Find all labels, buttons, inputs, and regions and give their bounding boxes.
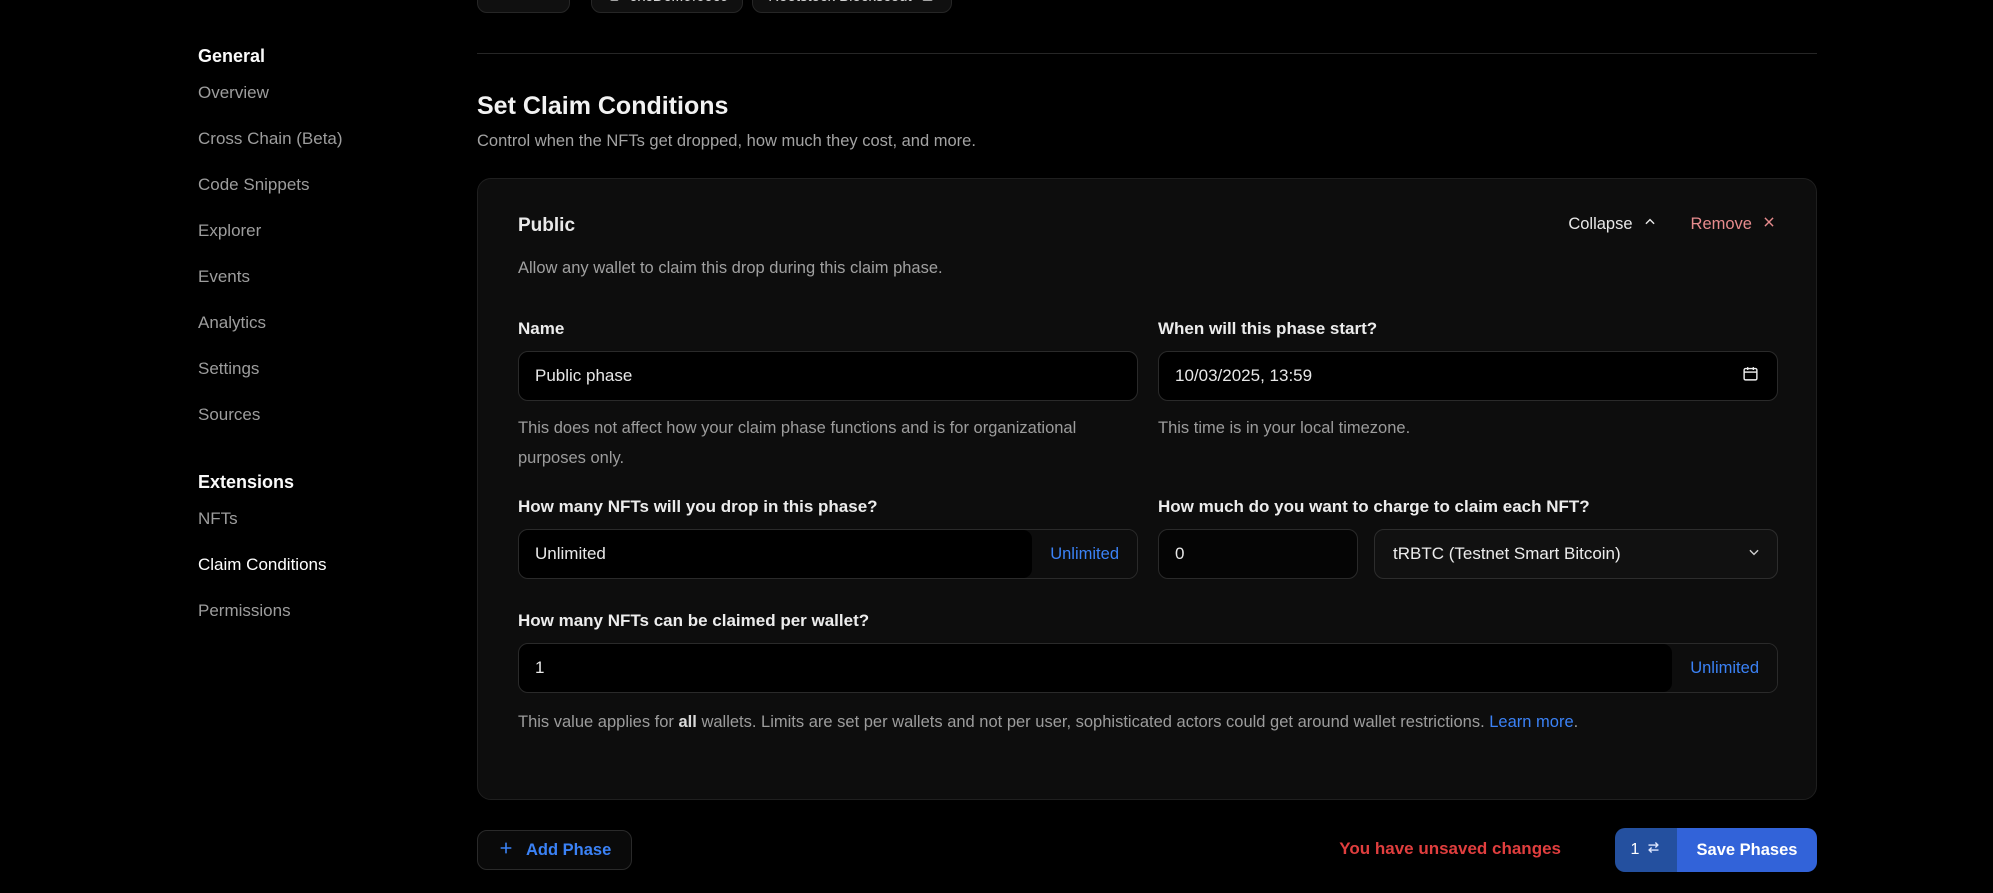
phase-name-input[interactable] xyxy=(518,351,1138,401)
external-link-icon xyxy=(921,0,936,6)
unsaved-changes-text: You have unsaved changes xyxy=(1339,839,1561,859)
collapse-button[interactable]: Collapse xyxy=(1568,215,1656,234)
close-icon xyxy=(1762,215,1776,234)
supply-input[interactable] xyxy=(519,530,1032,578)
add-phase-button[interactable]: Add Phase xyxy=(477,830,632,870)
helper-prefix: This value applies for xyxy=(518,713,679,731)
sidebar-item-overview[interactable]: Overview xyxy=(198,70,468,116)
helper-middle: wallets. Limits are set per wallets and … xyxy=(697,713,1489,731)
supply-label: How many NFTs will you drop in this phas… xyxy=(518,497,1138,517)
calendar-icon xyxy=(1742,365,1759,387)
name-helper-text: This does not affect how your claim phas… xyxy=(518,413,1138,473)
per-wallet-input[interactable] xyxy=(519,644,1672,692)
currency-value: tRBTC (Testnet Smart Bitcoin) xyxy=(1393,544,1621,564)
tx-count-value: 1 xyxy=(1631,841,1640,859)
start-datetime-value: 10/03/2025, 13:59 xyxy=(1175,366,1312,386)
per-wallet-label: How many NFTs can be claimed per wallet? xyxy=(518,611,869,631)
chevron-down-icon xyxy=(1747,544,1761,564)
sidebar-item-sources[interactable]: Sources xyxy=(198,392,468,438)
supply-input-group: Unlimited xyxy=(518,529,1138,579)
collapse-label: Collapse xyxy=(1568,215,1632,234)
plus-icon xyxy=(498,840,514,861)
toolbar-partial-button[interactable] xyxy=(477,0,570,13)
page-subtitle: Control when the NFTs get dropped, how m… xyxy=(477,132,976,151)
sidebar-item-analytics[interactable]: Analytics xyxy=(198,300,468,346)
start-helper-text: This time is in your local timezone. xyxy=(1158,413,1778,443)
helper-suffix: . xyxy=(1574,713,1579,731)
price-label: How much do you want to charge to claim … xyxy=(1158,497,1778,517)
sidebar-item-permissions[interactable]: Permissions xyxy=(198,588,468,634)
chevron-up-icon xyxy=(1643,215,1657,234)
swap-arrows-icon xyxy=(1646,840,1661,860)
explorer-label: Rootstock Blockscout xyxy=(768,0,911,5)
per-wallet-input-group: Unlimited xyxy=(518,643,1778,693)
contract-address-button[interactable]: 0xcDc...9f60c9 xyxy=(591,0,743,13)
learn-more-link[interactable]: Learn more xyxy=(1489,713,1573,731)
remove-button[interactable]: Remove xyxy=(1691,215,1776,234)
sidebar-item-settings[interactable]: Settings xyxy=(198,346,468,392)
add-phase-label: Add Phase xyxy=(526,841,611,860)
transaction-count-button[interactable]: 1 xyxy=(1615,828,1677,872)
sidebar-item-events[interactable]: Events xyxy=(198,254,468,300)
sidebar-section-extensions: Extensions xyxy=(198,468,468,496)
currency-select[interactable]: tRBTC (Testnet Smart Bitcoin) xyxy=(1374,529,1778,579)
start-datetime-input[interactable]: 10/03/2025, 13:59 xyxy=(1158,351,1778,401)
sidebar-item-nfts[interactable]: NFTs xyxy=(198,496,468,542)
claim-phase-card: Public Allow any wallet to claim this dr… xyxy=(477,178,1817,800)
price-row: tRBTC (Testnet Smart Bitcoin) xyxy=(1158,529,1778,579)
per-wallet-helper-text: This value applies for all wallets. Limi… xyxy=(518,707,1778,737)
block-explorer-button[interactable]: Rootstock Blockscout xyxy=(752,0,952,13)
price-amount-input[interactable] xyxy=(1158,529,1358,579)
helper-bold-all: all xyxy=(679,713,697,731)
save-phases-button[interactable]: Save Phases xyxy=(1677,828,1817,872)
sidebar-section-general: General xyxy=(198,42,468,70)
save-button-group: 1 Save Phases xyxy=(1615,828,1817,872)
contract-address-label: 0xcDc...9f60c9 xyxy=(629,0,728,5)
contract-sidebar: General Overview Cross Chain (Beta) Code… xyxy=(198,42,468,634)
supply-unlimited-button[interactable]: Unlimited xyxy=(1032,530,1137,578)
sidebar-item-cross-chain[interactable]: Cross Chain (Beta) xyxy=(198,116,468,162)
phases-footer: Add Phase You have unsaved changes 1 Sav… xyxy=(477,828,1817,872)
phase-description: Allow any wallet to claim this drop duri… xyxy=(518,259,943,278)
start-label: When will this phase start? xyxy=(1158,319,1778,339)
remove-label: Remove xyxy=(1691,215,1752,234)
phase-actions: Collapse Remove xyxy=(1568,215,1776,234)
sidebar-item-code-snippets[interactable]: Code Snippets xyxy=(198,162,468,208)
sidebar-item-explorer[interactable]: Explorer xyxy=(198,208,468,254)
claim-conditions-page: 0xcDc...9f60c9 Rootstock Blockscout Gene… xyxy=(0,0,1993,893)
sidebar-item-claim-conditions[interactable]: Claim Conditions xyxy=(198,542,468,588)
page-title: Set Claim Conditions xyxy=(477,92,728,121)
per-wallet-unlimited-button[interactable]: Unlimited xyxy=(1672,644,1777,692)
name-label: Name xyxy=(518,319,1138,339)
copy-icon xyxy=(605,0,620,6)
header-divider xyxy=(477,53,1817,54)
phase-title: Public xyxy=(518,215,575,237)
